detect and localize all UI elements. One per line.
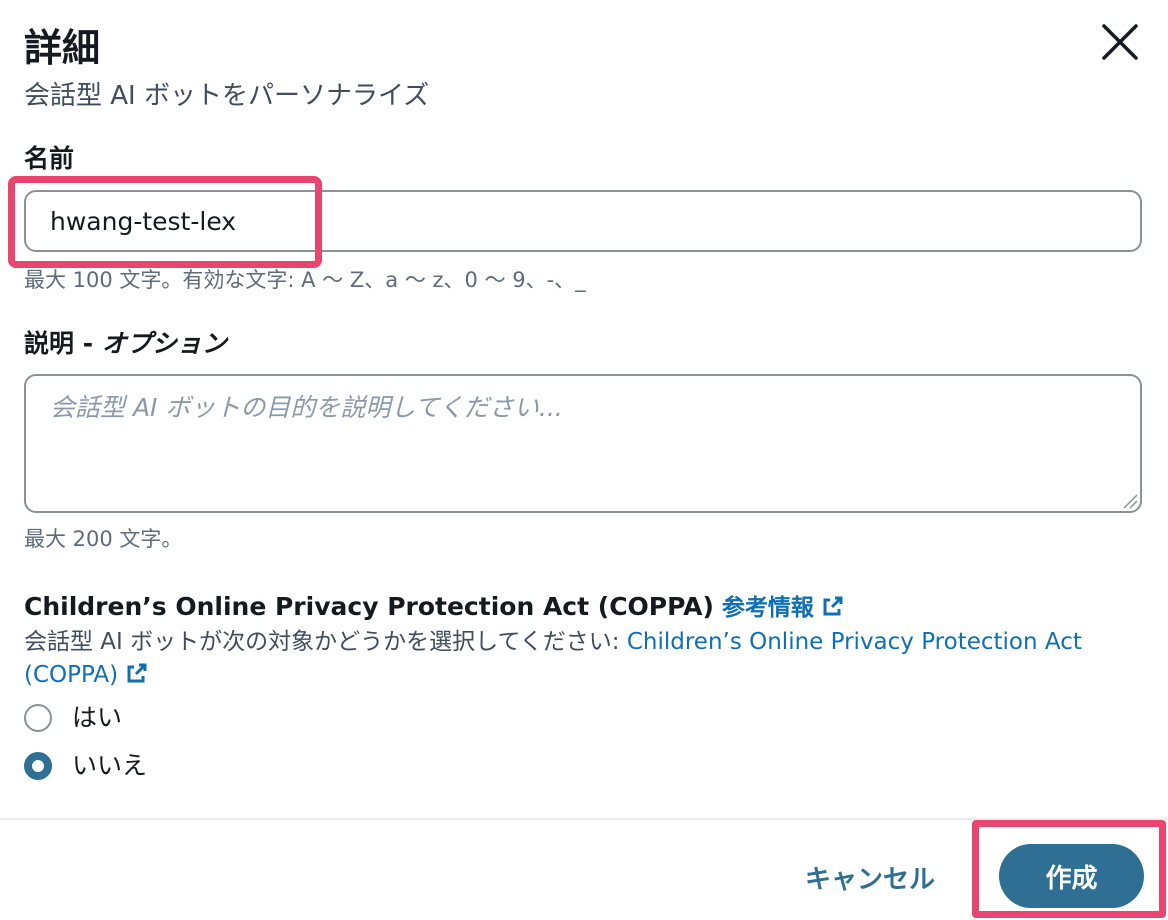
external-link-icon [127,663,147,683]
page-title: 詳細 [24,26,101,70]
coppa-option-no[interactable]: いいえ [24,748,147,784]
coppa-description-text: 会話型 AI ボットが次の対象かどうかを選択してください: [24,629,627,655]
create-bot-details-panel: 詳細 会話型 AI ボットをパーソナライズ 名前 最大 100 文字。有効な文字… [0,0,1168,920]
info-link[interactable]: 参考情報 [722,595,844,621]
radio-yes[interactable] [24,704,52,732]
description-constraint-text: 最大 200 文字。 [24,527,183,551]
coppa-description: 会話型 AI ボットが次の対象かどうかを選択してください: Children’s… [24,626,1134,692]
cancel-button[interactable]: キャンセル [790,848,950,906]
name-label: 名前 [24,144,75,173]
coppa-heading: Children’s Online Privacy Protection Act… [24,590,844,625]
create-button[interactable]: 作成 [999,844,1144,908]
close-button[interactable] [1098,20,1142,64]
footer-divider [0,818,1168,820]
coppa-option-yes[interactable]: はい [24,700,122,736]
close-icon [1102,24,1138,60]
name-input[interactable] [24,190,1142,252]
page-subtitle: 会話型 AI ボットをパーソナライズ [24,81,430,111]
description-textarea[interactable] [24,374,1142,513]
description-label-separator: - [74,329,102,358]
radio-yes-label: はい [72,703,123,732]
radio-no[interactable] [24,752,52,780]
name-constraint-text: 最大 100 文字。有効な文字: A ～ Z、a ～ z、0 ～ 9、-、_ [24,268,586,292]
coppa-heading-text: Children’s Online Privacy Protection Act… [24,592,714,621]
radio-no-label: いいえ [72,751,148,780]
external-link-icon [823,596,843,616]
description-label-text: 説明 [24,329,75,358]
description-optional-text: オプション [101,329,227,358]
description-label: 説明 - オプション [24,327,227,361]
resize-grip-icon[interactable] [1122,493,1138,509]
info-link-label: 参考情報 [721,595,814,621]
